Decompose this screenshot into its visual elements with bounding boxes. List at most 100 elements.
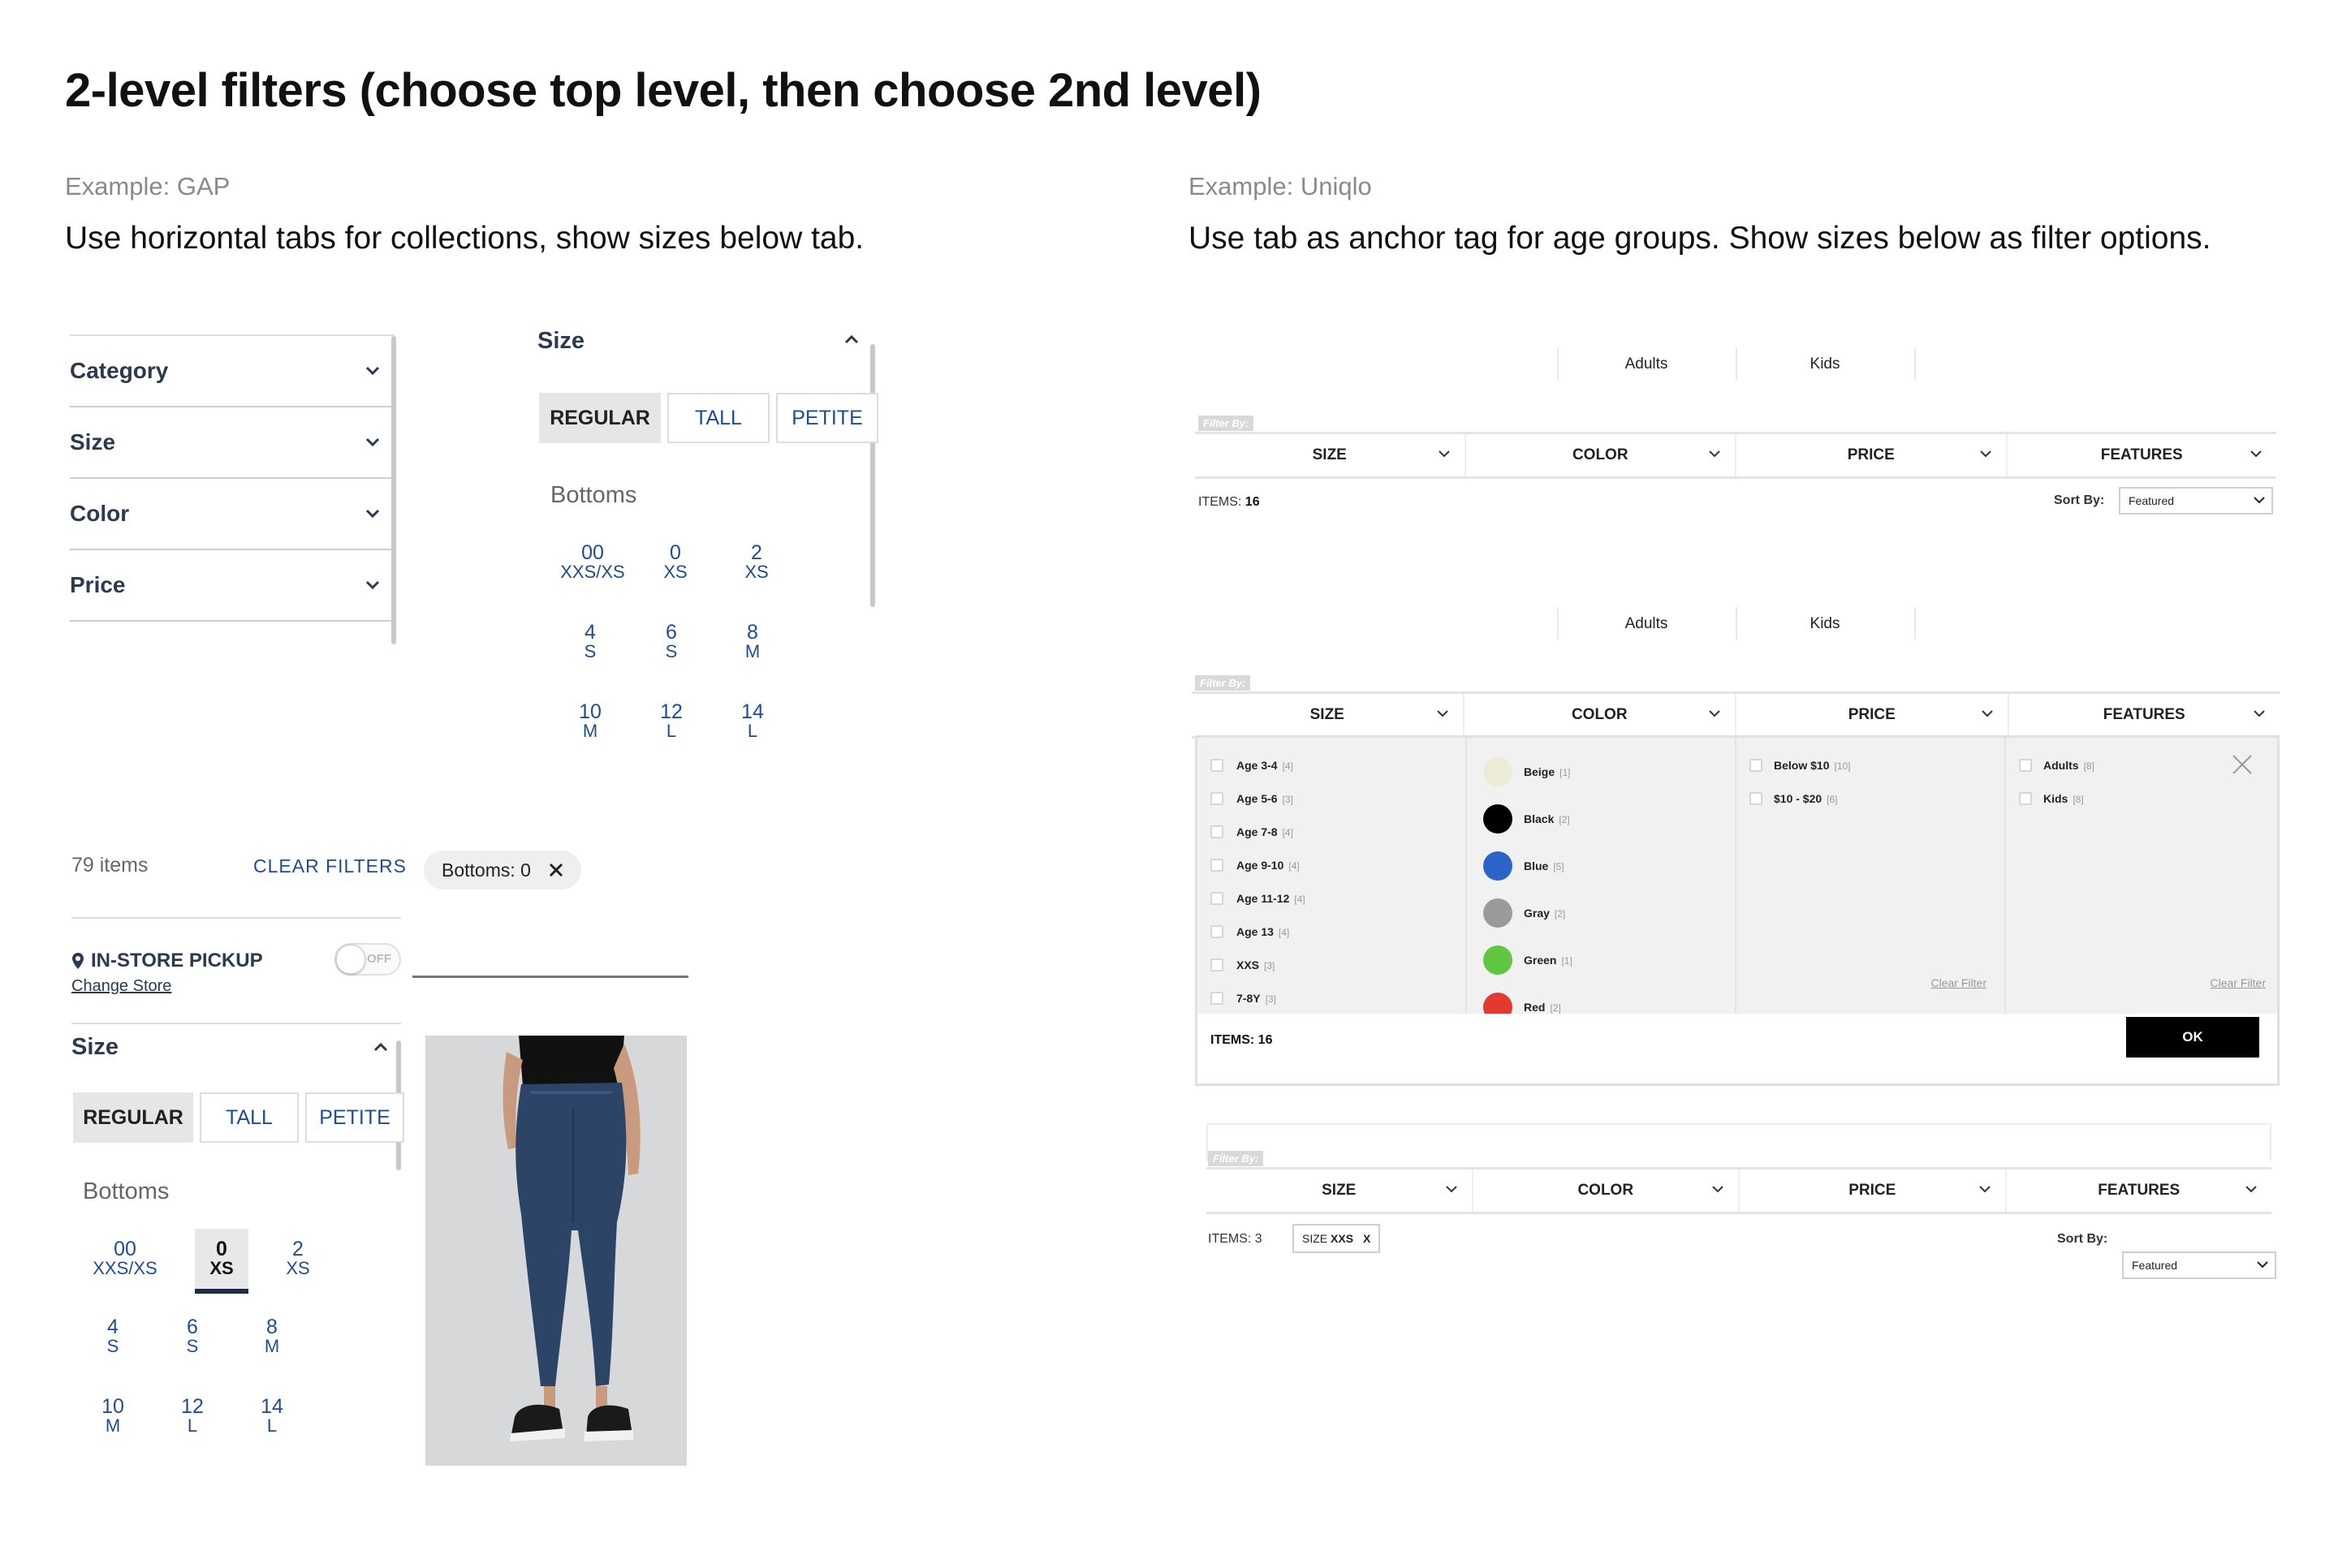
dropdown-items-count: ITEMS: 16 (1210, 1033, 1273, 1047)
tab-tall[interactable]: TALL (667, 393, 770, 443)
chevron-down-icon (1436, 710, 1448, 717)
clear-filters-link[interactable]: CLEAR FILTERS (253, 855, 407, 877)
active-filter-chip[interactable]: SIZE XXS X (1292, 1224, 1381, 1253)
tab-tall[interactable]: TALL (200, 1092, 299, 1143)
size-option[interactable]: Age 9-10 [4] (1210, 859, 1300, 872)
size-option[interactable]: 8M (740, 622, 765, 661)
tab-kids[interactable]: Kids (1737, 355, 1913, 373)
accordion-category[interactable]: Category (70, 336, 395, 407)
sticky-header-frame (1206, 1123, 2271, 1161)
chevron-down-icon (1709, 450, 1720, 458)
tab-petite[interactable]: PETITE (776, 393, 878, 443)
price-option[interactable]: Below $10 [10] (1749, 759, 1851, 772)
size-option[interactable]: 8M (260, 1317, 284, 1356)
size-option[interactable]: 00 XXS/XS (560, 543, 625, 582)
size-option[interactable]: 10 M (570, 702, 610, 741)
close-icon[interactable] (549, 863, 563, 877)
filter-bar: SIZE COLOR PRICE FEATURES (1195, 432, 2276, 479)
sort-select[interactable]: Featured (2119, 487, 2273, 515)
size-option[interactable]: 0 XS (659, 543, 692, 582)
clear-filter-link[interactable]: Clear Filter (1931, 976, 1986, 989)
filter-price[interactable]: PRICE (1735, 434, 2006, 476)
close-icon[interactable] (2232, 754, 2253, 775)
color-option[interactable]: Beige [1] (1483, 757, 1570, 786)
items-count: ITEMS: 3 (1208, 1232, 1262, 1246)
size-option[interactable]: 10 M (93, 1397, 133, 1436)
size-option[interactable]: 14 L (732, 702, 773, 741)
filter-size[interactable]: SIZE (1195, 434, 1464, 476)
accordion-label: Color (70, 501, 130, 526)
location-pin-icon (72, 953, 84, 969)
filter-features[interactable]: FEATURES (2005, 434, 2277, 476)
size-option[interactable]: Age 5-6 [3] (1210, 792, 1293, 805)
tab-adults[interactable]: Adults (1559, 615, 1734, 633)
filter-label: COLOR (1571, 706, 1628, 723)
accordion-scrollbar[interactable] (391, 336, 396, 644)
price-option[interactable]: $10 - $20 [6] (1749, 792, 1838, 805)
size-option[interactable]: 2 XS (286, 1239, 310, 1278)
tab-petite[interactable]: PETITE (305, 1092, 404, 1143)
divider (71, 1023, 401, 1024)
size-option[interactable]: 6S (180, 1317, 205, 1356)
color-option[interactable]: Black [2] (1483, 804, 1570, 834)
tab-regular[interactable]: REGULAR (539, 393, 661, 443)
chevron-up-icon[interactable] (844, 334, 859, 344)
tab-kids[interactable]: Kids (1737, 615, 1913, 633)
chevron-down-icon (1445, 1186, 1457, 1193)
accordion-price[interactable]: Price (70, 550, 395, 622)
pickup-toggle[interactable]: OFF (334, 943, 401, 976)
results-count: 79 items (71, 854, 149, 877)
sort-select[interactable]: Featured (2122, 1251, 2276, 1279)
color-option[interactable]: Green [1] (1483, 946, 1572, 975)
color-swatch (1483, 993, 1512, 1014)
filter-color[interactable]: COLOR (1464, 434, 1736, 476)
active-filter-chip[interactable]: Bottoms: 0 (424, 851, 581, 890)
size-option[interactable]: XXS [3] (1210, 958, 1275, 971)
filter-features[interactable]: FEATURES (2007, 694, 2280, 736)
feature-option[interactable]: Kids [8] (2019, 792, 2084, 805)
size-option[interactable]: Age 7-8 [4] (1210, 825, 1293, 838)
filter-size[interactable]: SIZE (1206, 1170, 1472, 1212)
size-option-selected[interactable]: 0 XS (195, 1229, 248, 1289)
size-panel-title: Size (537, 328, 585, 354)
filter-color[interactable]: COLOR (1462, 694, 1736, 736)
size-option[interactable]: 7-8Y [3] (1210, 992, 1276, 1005)
color-swatch (1483, 757, 1512, 786)
filter-features[interactable]: FEATURES (2004, 1170, 2272, 1212)
chip-close-icon[interactable]: X (1363, 1232, 1370, 1245)
filter-by-label: Filter By: (1198, 416, 1254, 431)
filter-price[interactable]: PRICE (1738, 1170, 2005, 1212)
size-option[interactable]: Age 13 [4] (1210, 925, 1289, 938)
size-option[interactable]: 4S (578, 622, 602, 661)
color-option[interactable]: Red [2] (1483, 993, 1561, 1014)
size-option[interactable]: 2 XS (740, 543, 773, 582)
size-option[interactable]: 14 L (252, 1397, 292, 1436)
clear-filter-link[interactable]: Clear Filter (2211, 976, 2266, 989)
change-store-link[interactable]: Change Store (71, 977, 171, 996)
accordion-size[interactable]: Size (70, 407, 395, 479)
size-option[interactable]: 00 XXS/XS (93, 1239, 157, 1278)
filter-bar: SIZE COLOR PRICE FEATURES (1206, 1167, 2271, 1214)
color-option[interactable]: Blue [5] (1483, 851, 1564, 881)
filter-price[interactable]: PRICE (1735, 694, 2008, 736)
size-option[interactable]: 12 L (651, 702, 692, 741)
size-option[interactable]: Age 3-4 [4] (1210, 759, 1293, 772)
filter-bar: SIZE COLOR PRICE FEATURES (1192, 691, 2280, 739)
chevron-up-icon[interactable] (373, 1042, 388, 1052)
tab-regular[interactable]: REGULAR (73, 1092, 193, 1143)
filter-size[interactable]: SIZE (1192, 694, 1463, 736)
uniqlo-description: Use tab as anchor tag for age groups. Sh… (1188, 221, 2211, 256)
color-option[interactable]: Gray [2] (1483, 898, 1565, 928)
ok-button[interactable]: OK (2126, 1017, 2259, 1058)
size-option[interactable]: 12 L (172, 1397, 213, 1436)
size-option[interactable]: 4S (101, 1317, 125, 1356)
product-image[interactable] (425, 1036, 687, 1466)
tab-adults[interactable]: Adults (1559, 355, 1734, 373)
feature-option[interactable]: Adults [8] (2019, 759, 2094, 772)
size-option[interactable]: 6S (659, 622, 684, 661)
filter-color[interactable]: COLOR (1471, 1170, 1739, 1212)
size-option[interactable]: Age 11-12 [4] (1210, 892, 1305, 905)
size-panel-scrollbar[interactable] (870, 344, 875, 607)
color-options-column: Beige [1] Black [2] Blue [5] Gray [2] Green[… (1467, 738, 1736, 1014)
accordion-color[interactable]: Color (70, 479, 395, 550)
